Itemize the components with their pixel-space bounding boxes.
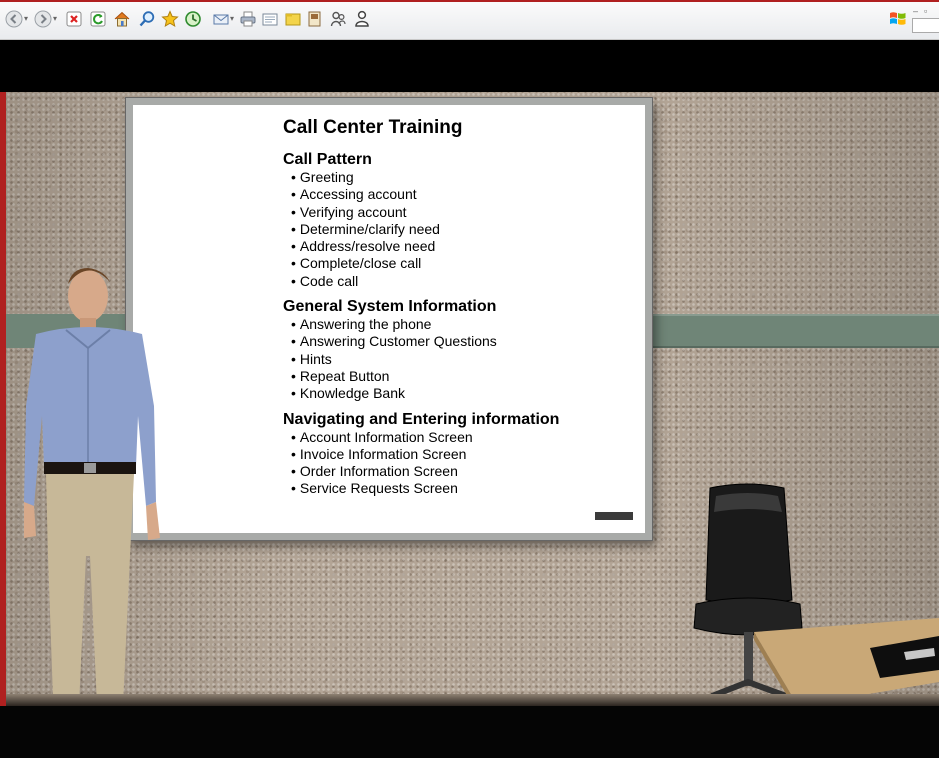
back-icon[interactable]: [4, 9, 24, 29]
slide-sections: Call PatternGreetingAccessing accountVer…: [283, 151, 623, 498]
bullet-item: Service Requests Screen: [291, 480, 623, 497]
windows-flag-icon: [887, 8, 909, 30]
search-icon[interactable]: [137, 9, 157, 29]
user-icon[interactable]: [352, 9, 372, 29]
section-heading: Call Pattern: [283, 151, 372, 168]
slide-content: Call Center Training Call PatternGreetin…: [283, 117, 623, 506]
slide-title: Call Center Training: [283, 117, 463, 138]
section-heading: Navigating and Entering information: [283, 410, 560, 428]
top-letterbox: [0, 40, 939, 92]
restore-icon[interactable]: ▫: [924, 6, 927, 16]
bullet-item: Determine/clarify need: [291, 221, 623, 238]
research-icon[interactable]: [305, 9, 325, 29]
presenter-avatar: [24, 268, 160, 706]
forward-dropdown-icon[interactable]: ▾: [53, 14, 57, 23]
window-thumbnail: [912, 18, 939, 33]
stop-icon[interactable]: [64, 9, 84, 29]
wall-rail: [640, 314, 939, 348]
bullet-item: Address/resolve need: [291, 238, 623, 255]
bullet-item: Repeat Button: [291, 368, 623, 385]
bullet-list: GreetingAccessing accountVerifying accou…: [283, 169, 623, 290]
minimize-icon[interactable]: –: [913, 6, 918, 16]
back-dropdown-icon[interactable]: ▾: [24, 14, 28, 23]
bullet-item: Accessing account: [291, 186, 623, 203]
whiteboard: Call Center Training Call PatternGreetin…: [126, 98, 652, 540]
favorites-star-icon[interactable]: [160, 9, 180, 29]
history-icon[interactable]: [183, 9, 203, 29]
mail-icon[interactable]: [211, 9, 231, 29]
section-heading: General System Information: [283, 298, 497, 316]
marker-tray: [595, 512, 633, 520]
floor-edge: [6, 694, 939, 706]
bottom-letterbox: [0, 706, 939, 758]
browser-toolbar: ▾ ▾ ▾ – ▫: [0, 0, 939, 40]
print-icon[interactable]: [238, 9, 258, 29]
home-icon[interactable]: [112, 9, 132, 29]
bullet-item: Greeting: [291, 169, 623, 186]
forward-icon[interactable]: [33, 9, 53, 29]
bullet-item: Verifying account: [291, 204, 623, 221]
bullet-list: Account Information ScreenInvoice Inform…: [283, 429, 623, 498]
bullet-item: Invoice Information Screen: [291, 446, 623, 463]
messenger-icon[interactable]: [328, 9, 348, 29]
bullet-list: Answering the phoneAnswering Customer Qu…: [283, 316, 623, 402]
edit-icon[interactable]: [260, 9, 280, 29]
bullet-item: Account Information Screen: [291, 429, 623, 446]
bullet-item: Order Information Screen: [291, 463, 623, 480]
bullet-item: Complete/close call: [291, 255, 623, 272]
mail-dropdown-icon[interactable]: ▾: [230, 14, 234, 23]
training-scene: Call Center Training Call PatternGreetin…: [6, 92, 939, 706]
bullet-item: Hints: [291, 351, 623, 368]
bullet-item: Answering Customer Questions: [291, 333, 623, 350]
folder-icon[interactable]: [283, 9, 303, 29]
bullet-item: Answering the phone: [291, 316, 623, 333]
desk: [754, 618, 939, 706]
refresh-icon[interactable]: [88, 9, 108, 29]
bullet-item: Code call: [291, 273, 623, 290]
bullet-item: Knowledge Bank: [291, 385, 623, 402]
